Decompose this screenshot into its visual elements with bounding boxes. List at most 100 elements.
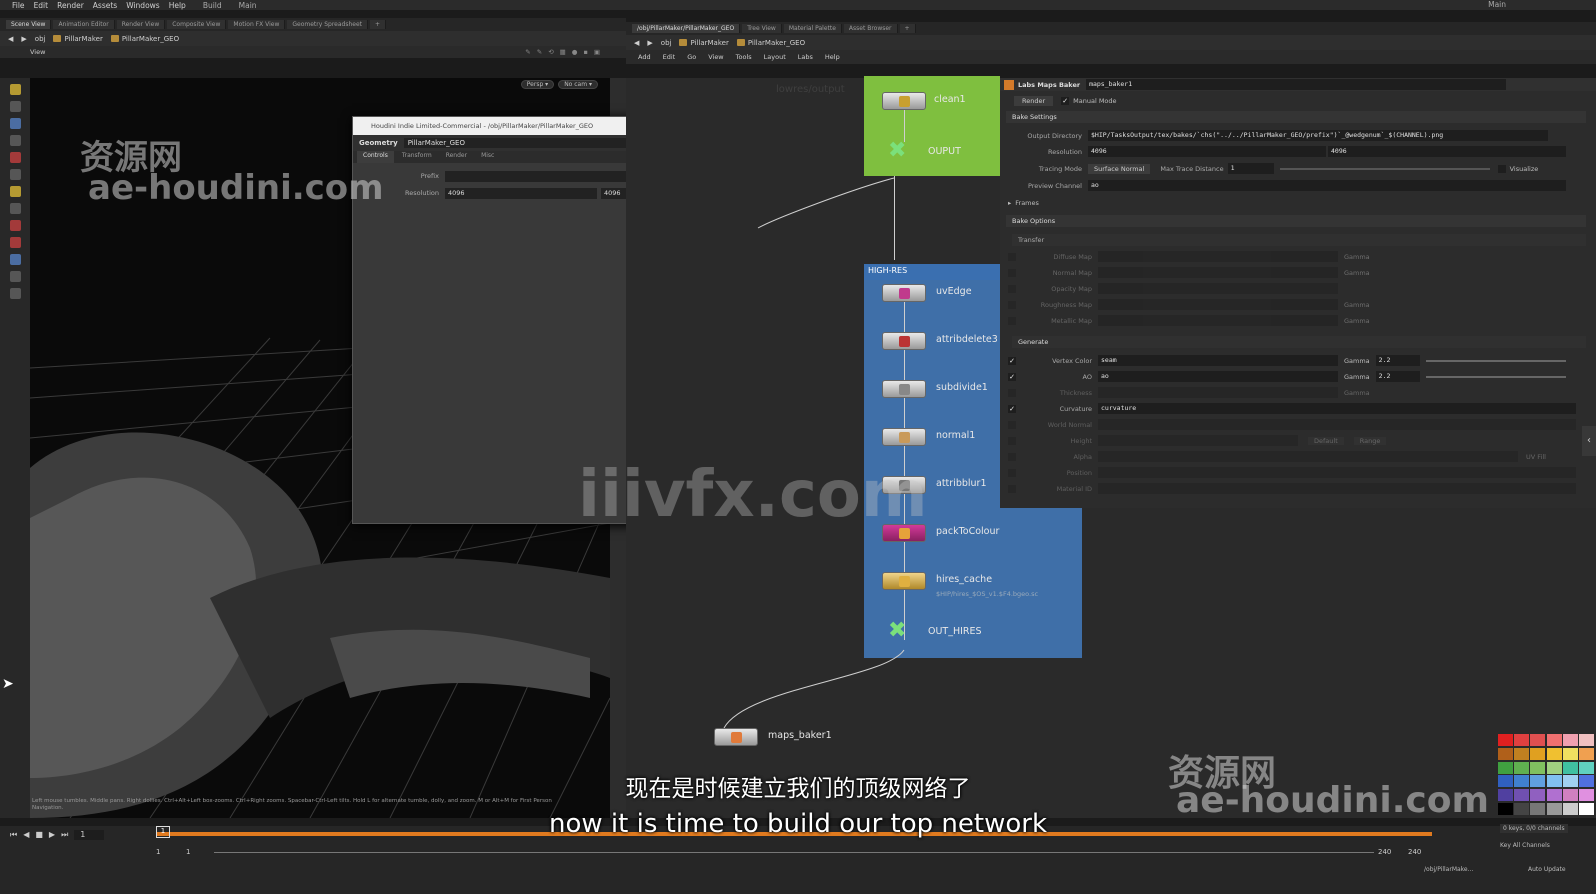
tab-motion-fx-view[interactable]: Motion FX View bbox=[228, 20, 286, 29]
transfer-input[interactable] bbox=[1098, 251, 1338, 262]
tab-asset-browser[interactable]: Asset Browser bbox=[843, 24, 898, 33]
transfer-checkbox[interactable] bbox=[1008, 268, 1016, 277]
net-back-arrow-icon[interactable]: ◀ bbox=[634, 39, 639, 47]
play-icon[interactable]: ▶ bbox=[49, 830, 55, 840]
tab-material-palette[interactable]: Material Palette bbox=[783, 24, 842, 33]
swatch[interactable] bbox=[1530, 789, 1546, 802]
tab-transform[interactable]: Transform bbox=[396, 151, 438, 163]
net-breadcrumb-node2[interactable]: PillarMaker_GEO bbox=[736, 39, 805, 47]
thickness-input[interactable] bbox=[1098, 387, 1338, 398]
frames-row[interactable]: ▸ Frames bbox=[1000, 196, 1596, 209]
dim-input[interactable] bbox=[1098, 483, 1576, 494]
swatch[interactable] bbox=[1514, 734, 1530, 746]
generate-section[interactable]: Generate bbox=[1012, 336, 1586, 348]
add-tab-button[interactable]: + bbox=[370, 20, 387, 29]
net-menu-view[interactable]: View bbox=[708, 53, 723, 61]
swatch[interactable] bbox=[1530, 734, 1546, 746]
bake-options-section[interactable]: Bake Options bbox=[1006, 215, 1586, 227]
transfer-checkbox[interactable] bbox=[1008, 316, 1016, 325]
curvature-input[interactable]: curvature bbox=[1098, 403, 1576, 414]
thickness-checkbox[interactable] bbox=[1008, 388, 1016, 397]
light-tool-icon[interactable] bbox=[9, 186, 21, 197]
tab-animation-editor[interactable]: Animation Editor bbox=[53, 20, 115, 29]
swatch[interactable] bbox=[1546, 734, 1562, 746]
breadcrumb-node1[interactable]: PillarMaker bbox=[53, 35, 103, 43]
range-end[interactable]: 240 bbox=[1378, 848, 1391, 856]
visibility-tool-icon[interactable] bbox=[9, 271, 21, 282]
default-button[interactable]: Default bbox=[1308, 436, 1344, 445]
swatch[interactable] bbox=[1546, 789, 1562, 802]
menu-render[interactable]: Render bbox=[57, 1, 84, 10]
magnet-tool-icon[interactable] bbox=[9, 237, 21, 248]
add-network-tab-button[interactable]: + bbox=[899, 24, 916, 33]
range-start-2[interactable]: 1 bbox=[186, 848, 190, 856]
max-trace-input[interactable]: 1 bbox=[1227, 163, 1274, 174]
scale-tool-icon[interactable] bbox=[9, 135, 21, 146]
tab-misc[interactable]: Misc bbox=[475, 151, 500, 163]
swatch[interactable] bbox=[1578, 789, 1594, 802]
transfer-checkbox[interactable] bbox=[1008, 252, 1016, 261]
bake-res-x-input[interactable]: 4096 bbox=[1088, 146, 1326, 157]
pose-tool-icon[interactable] bbox=[9, 169, 21, 180]
dim-input[interactable] bbox=[1098, 451, 1518, 462]
dim-checkbox[interactable] bbox=[1008, 484, 1016, 493]
transfer-input[interactable] bbox=[1098, 299, 1338, 310]
swatch[interactable] bbox=[1498, 775, 1513, 788]
net-menu-layout[interactable]: Layout bbox=[764, 53, 786, 61]
range-slider[interactable] bbox=[214, 852, 1374, 853]
back-arrow-icon[interactable]: ◀ bbox=[8, 35, 13, 43]
step-back-icon[interactable]: ◀ bbox=[23, 830, 29, 840]
swatch[interactable] bbox=[1514, 803, 1530, 816]
menu-edit[interactable]: Edit bbox=[34, 1, 49, 10]
vertex-color-checkbox[interactable]: ✓ bbox=[1008, 356, 1016, 365]
swatch[interactable] bbox=[1530, 747, 1546, 760]
color-palette[interactable] bbox=[1498, 734, 1594, 816]
key-all-channels-button[interactable]: Key All Channels bbox=[1500, 842, 1550, 849]
dim-checkbox[interactable] bbox=[1008, 420, 1016, 429]
swatch[interactable] bbox=[1498, 789, 1513, 802]
swatch[interactable] bbox=[1562, 789, 1578, 802]
net-menu-help[interactable]: Help bbox=[825, 53, 840, 61]
net-breadcrumb-root[interactable]: obj bbox=[661, 39, 672, 47]
ao-gamma-input[interactable]: 2.2 bbox=[1375, 371, 1420, 382]
swatch[interactable] bbox=[1546, 803, 1562, 816]
dim-checkbox[interactable] bbox=[1008, 468, 1016, 477]
dim-input[interactable] bbox=[1098, 467, 1576, 478]
swatch[interactable] bbox=[1546, 761, 1562, 774]
tracing-mode-select[interactable]: Surface Normal bbox=[1088, 163, 1151, 174]
vc-gamma-slider[interactable] bbox=[1425, 359, 1566, 362]
swatch[interactable] bbox=[1546, 747, 1562, 760]
dim-input[interactable] bbox=[1098, 435, 1298, 446]
transfer-input[interactable] bbox=[1098, 283, 1338, 294]
swatch[interactable] bbox=[1530, 761, 1546, 774]
transfer-checkbox[interactable] bbox=[1008, 300, 1016, 309]
swatch[interactable] bbox=[1498, 803, 1513, 816]
vc-gamma-input[interactable]: 2.2 bbox=[1375, 355, 1420, 366]
tab-network-view[interactable]: /obj/PillarMaker/PillarMaker_GEO bbox=[632, 24, 741, 33]
handle-tool-icon[interactable] bbox=[9, 152, 21, 163]
breadcrumb-root[interactable]: obj bbox=[35, 35, 46, 43]
swatch[interactable] bbox=[1498, 734, 1513, 746]
current-frame-input[interactable]: 1 bbox=[74, 830, 105, 840]
jump-end-icon[interactable]: ⏭ bbox=[61, 830, 68, 840]
range-end-2[interactable]: 240 bbox=[1408, 848, 1421, 856]
select-tool-icon[interactable] bbox=[9, 84, 21, 95]
tab-render[interactable]: Render bbox=[440, 151, 473, 163]
playhead[interactable]: 1 bbox=[156, 826, 170, 838]
move-tool-icon[interactable] bbox=[9, 101, 21, 112]
resolution-x-input[interactable]: 4096 bbox=[445, 187, 597, 199]
swatch[interactable] bbox=[1562, 761, 1578, 774]
visualize-checkbox[interactable] bbox=[1497, 164, 1506, 173]
dim-checkbox[interactable] bbox=[1008, 436, 1016, 445]
net-menu-tools[interactable]: Tools bbox=[736, 53, 752, 61]
transfer-section[interactable]: Transfer bbox=[1012, 234, 1586, 246]
transfer-input[interactable] bbox=[1098, 267, 1338, 278]
swatch[interactable] bbox=[1578, 775, 1594, 788]
desktop-selector[interactable]: Build bbox=[203, 1, 222, 10]
swatch[interactable] bbox=[1562, 775, 1578, 788]
curvature-checkbox[interactable]: ✓ bbox=[1008, 404, 1016, 413]
rotate-tool-icon[interactable] bbox=[9, 118, 21, 129]
swatch[interactable] bbox=[1530, 775, 1546, 788]
bake-settings-section[interactable]: Bake Settings bbox=[1006, 111, 1586, 123]
node-maps-baker1[interactable] bbox=[714, 728, 758, 746]
